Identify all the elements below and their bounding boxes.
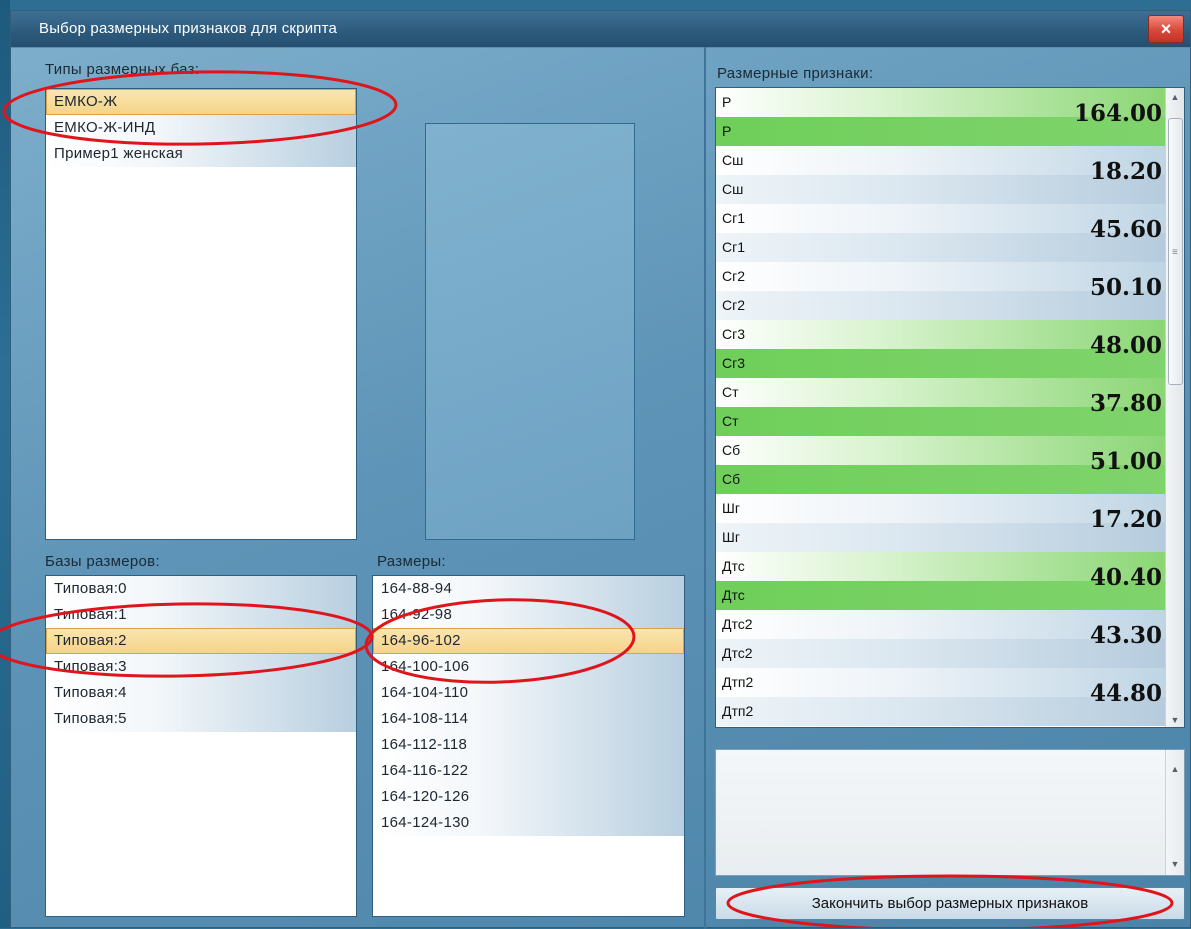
- panel-divider: [704, 47, 706, 929]
- size-item[interactable]: 164-88-94: [373, 576, 684, 602]
- size-bases-list[interactable]: Типовая:0 Типовая:1 Типовая:2 Типовая:3 Типо…: [45, 575, 357, 917]
- feature-value: 48.00: [1089, 332, 1162, 359]
- size-bases-label: Базы размеров:: [45, 553, 160, 570]
- features-list[interactable]: Р Р 164.00 Сш Сш 18.20 Сг1 Сг1 45.60 Сг2 Сг2 50.10 С…: [715, 87, 1185, 728]
- feature-value: 37.80: [1089, 390, 1162, 417]
- base-type-item[interactable]: Пример1 женская: [46, 141, 356, 167]
- size-base-item[interactable]: Типовая:5: [46, 706, 356, 732]
- base-types-list[interactable]: ЕМКО-Ж ЕМКО-Ж-ИНД Пример1 женская: [45, 88, 357, 540]
- feature-value: 44.80: [1089, 680, 1162, 707]
- size-base-item[interactable]: Типовая:1: [46, 602, 356, 628]
- size-base-item[interactable]: Типовая:2: [46, 628, 356, 654]
- size-item[interactable]: 164-120-126: [373, 784, 684, 810]
- feature-row[interactable]: Сг2 Сг2 50.10: [716, 262, 1184, 320]
- sizes-list[interactable]: 164-88-94 164-92-98 164-96-102 164-100-106 1…: [372, 575, 685, 917]
- feature-row[interactable]: Сб Сб 51.00: [716, 436, 1184, 494]
- close-button[interactable]: ×: [1148, 15, 1184, 43]
- close-icon: ×: [1160, 19, 1172, 39]
- scroll-up-icon[interactable]: ▲: [1166, 92, 1184, 102]
- feature-value: 18.20: [1089, 158, 1162, 185]
- size-item[interactable]: 164-100-106: [373, 654, 684, 680]
- notes-textarea[interactable]: ▲ ▼: [715, 749, 1185, 876]
- features-scrollbar[interactable]: ▲ ≡ ▼: [1165, 88, 1184, 727]
- size-base-item[interactable]: Типовая:3: [46, 654, 356, 680]
- features-label: Размерные признаки:: [717, 65, 874, 82]
- feature-value: 17.20: [1089, 506, 1162, 533]
- features-rows: Р Р 164.00 Сш Сш 18.20 Сг1 Сг1 45.60 Сг2 Сг2 50.10 С…: [716, 88, 1184, 726]
- feature-row[interactable]: Ст Ст 37.80: [716, 378, 1184, 436]
- feature-row[interactable]: Дтс2 Дтс2 43.30: [716, 610, 1184, 668]
- size-item[interactable]: 164-112-118: [373, 732, 684, 758]
- sizes-label: Размеры:: [377, 553, 446, 570]
- base-types-label: Типы размерных баз:: [45, 61, 200, 78]
- size-base-item[interactable]: Типовая:0: [46, 576, 356, 602]
- feature-row[interactable]: Дтс Дтс 40.40: [716, 552, 1184, 610]
- feature-value: 51.00: [1089, 448, 1162, 475]
- size-item[interactable]: 164-116-122: [373, 758, 684, 784]
- size-item[interactable]: 164-96-102: [373, 628, 684, 654]
- feature-value: 164.00: [1073, 100, 1162, 127]
- size-base-item[interactable]: Типовая:4: [46, 680, 356, 706]
- feature-value: 45.60: [1089, 216, 1162, 243]
- base-type-item[interactable]: ЕМКО-Ж-ИНД: [46, 115, 356, 141]
- feature-row[interactable]: Сг3 Сг3 48.00: [716, 320, 1184, 378]
- feature-value: 43.30: [1089, 622, 1162, 649]
- feature-row[interactable]: Сш Сш 18.20: [716, 146, 1184, 204]
- notes-scrollbar[interactable]: ▲ ▼: [1165, 750, 1184, 875]
- size-item[interactable]: 164-92-98: [373, 602, 684, 628]
- size-item[interactable]: 164-124-130: [373, 810, 684, 836]
- scroll-down-icon[interactable]: ▼: [1166, 715, 1184, 725]
- notes-scroll-up-icon[interactable]: ▲: [1166, 764, 1184, 774]
- finish-selection-button[interactable]: Закончить выбор размерных признаков: [715, 887, 1185, 920]
- size-item[interactable]: 164-104-110: [373, 680, 684, 706]
- preview-panel: [425, 123, 635, 540]
- feature-value: 40.40: [1089, 564, 1162, 591]
- feature-row[interactable]: Шг Шг 17.20: [716, 494, 1184, 552]
- dialog-window: Выбор размерных признаков для скрипта × …: [10, 10, 1191, 929]
- notes-scroll-down-icon[interactable]: ▼: [1166, 859, 1184, 869]
- base-type-item[interactable]: ЕМКО-Ж: [46, 89, 356, 115]
- size-item[interactable]: 164-108-114: [373, 706, 684, 732]
- feature-row[interactable]: Дтп2 Дтп2 44.80: [716, 668, 1184, 726]
- feature-row[interactable]: Сг1 Сг1 45.60: [716, 204, 1184, 262]
- feature-row[interactable]: Р Р 164.00: [716, 88, 1184, 146]
- title-bar[interactable]: Выбор размерных признаков для скрипта ×: [11, 11, 1190, 48]
- feature-value: 50.10: [1089, 274, 1162, 301]
- window-title: Выбор размерных признаков для скрипта: [39, 20, 338, 37]
- desktop-background: [0, 0, 10, 928]
- grip-icon: ≡: [1172, 247, 1178, 258]
- scroll-thumb[interactable]: ≡: [1168, 118, 1183, 385]
